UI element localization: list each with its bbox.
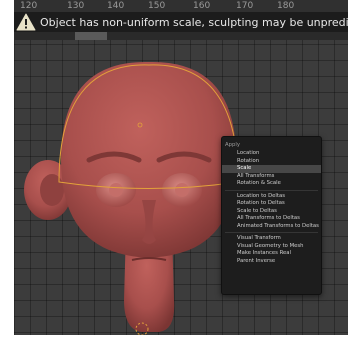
menu-item-rotation-scale[interactable]: Rotation & Scale xyxy=(222,180,321,188)
blender-window: 120 130 140 150 160 170 180 Object has n… xyxy=(14,0,348,335)
menu-separator xyxy=(225,189,318,191)
menu-item-make-instances-real[interactable]: Make Instances Real xyxy=(222,250,321,258)
menu-title: Apply xyxy=(225,142,240,148)
ruler-tick: 160 xyxy=(193,1,211,11)
menu-item-rotation-to-deltas[interactable]: Rotation to Deltas xyxy=(222,200,321,208)
apply-context-menu: Apply Location Rotation Scale All Transf… xyxy=(221,136,322,295)
warning-message: Object has non-uniform scale, sculpting … xyxy=(40,15,348,29)
timeline-ruler[interactable]: 120 130 140 150 160 170 180 xyxy=(14,0,348,12)
menu-item-scale-to-deltas[interactable]: Scale to Deltas xyxy=(222,208,321,216)
menu-item-location-to-deltas[interactable]: Location to Deltas xyxy=(222,193,321,201)
warning-banner: Object has non-uniform scale, sculpting … xyxy=(14,12,348,32)
menu-item-visual-geometry-to-mesh[interactable]: Visual Geometry to Mesh xyxy=(222,243,321,251)
ruler-tick: 120 xyxy=(20,1,38,11)
menu-item-scale[interactable]: Scale xyxy=(222,165,321,173)
ruler-tick: 170 xyxy=(236,1,254,11)
header-selected-tab[interactable] xyxy=(75,32,107,40)
menu-item-parent-inverse[interactable]: Parent Inverse xyxy=(222,258,321,266)
menu-item-rotation[interactable]: Rotation xyxy=(222,158,321,166)
ruler-tick: 130 xyxy=(67,1,85,11)
menu-item-animated-transforms-to-deltas[interactable]: Animated Transforms to Deltas xyxy=(222,223,321,231)
menu-item-all-transforms[interactable]: All Transforms xyxy=(222,173,321,181)
menu-item-all-transforms-to-deltas[interactable]: All Transforms to Deltas xyxy=(222,215,321,223)
menu-item-location[interactable]: Location xyxy=(222,150,321,158)
menu-item-visual-transform[interactable]: Visual Transform xyxy=(222,235,321,243)
ruler-tick: 180 xyxy=(277,1,295,11)
ruler-tick: 150 xyxy=(148,1,166,11)
ruler-tick: 140 xyxy=(107,1,125,11)
menu-separator xyxy=(225,232,318,233)
warning-icon xyxy=(16,13,36,31)
viewport-header xyxy=(14,32,348,40)
